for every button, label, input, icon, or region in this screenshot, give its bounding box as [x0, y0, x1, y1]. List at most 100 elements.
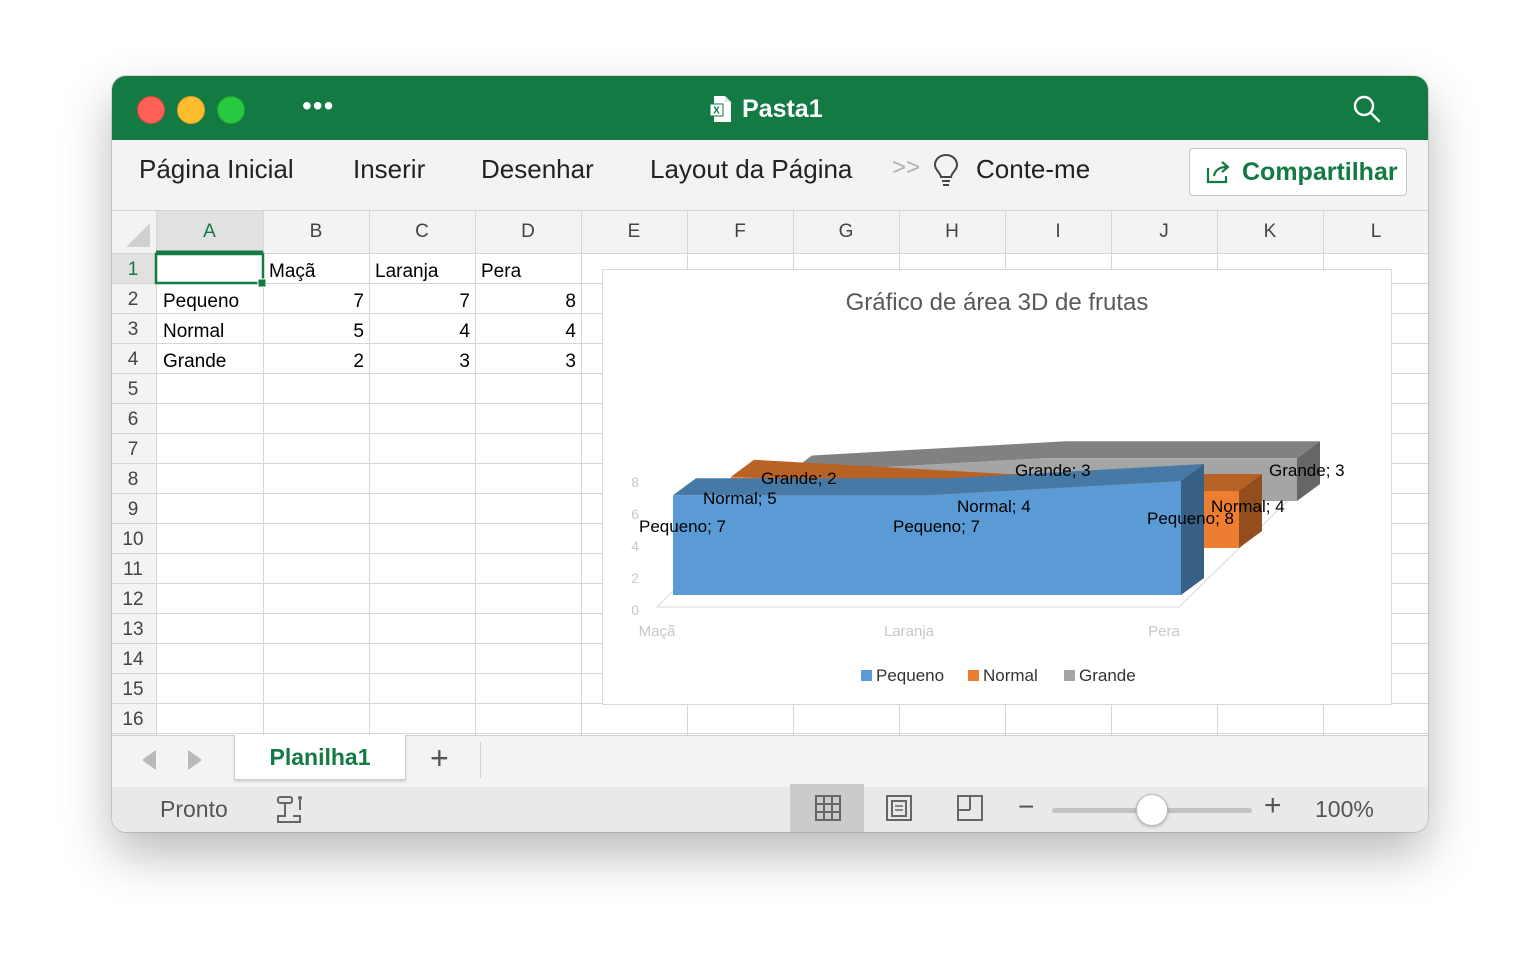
row-header[interactable]: 12	[112, 589, 154, 611]
page-layout-view-icon[interactable]	[885, 794, 913, 822]
y-tick-label: 2	[631, 570, 639, 586]
column-header-e[interactable]: E	[581, 211, 687, 253]
excel-document-icon: X	[710, 96, 731, 122]
add-sheet-button[interactable]: +	[430, 740, 449, 777]
previous-sheet-arrow-icon[interactable]	[142, 750, 156, 770]
row-header[interactable]: 13	[112, 619, 154, 641]
tab-divider	[480, 742, 481, 778]
tab-draw[interactable]: Desenhar	[481, 154, 594, 185]
row-header[interactable]: 3	[112, 319, 154, 341]
data-label: Grande; 3	[1015, 461, 1091, 480]
sheet-tab-bar: Planilha1 +	[112, 735, 1428, 789]
next-sheet-arrow-icon[interactable]	[188, 750, 202, 770]
cell-c1[interactable]: Laranja	[375, 261, 438, 283]
tab-home[interactable]: Página Inicial	[139, 154, 294, 185]
column-header-a[interactable]: A	[156, 211, 263, 253]
row-header[interactable]: 14	[112, 649, 154, 671]
cell-a4[interactable]: Grande	[163, 351, 226, 373]
y-tick-label: 4	[631, 538, 639, 554]
row-header[interactable]: 10	[112, 529, 154, 551]
column-header-g[interactable]: G	[793, 211, 899, 253]
column-header-j[interactable]: J	[1111, 211, 1217, 253]
excel-window: ••• X Pasta1 Página Inicial Inserir Dese…	[112, 76, 1428, 832]
cell-c2[interactable]: 7	[369, 291, 470, 313]
sheet-tab-planilha1[interactable]: Planilha1	[234, 735, 406, 780]
data-label: Normal; 4	[957, 497, 1031, 516]
zoom-slider-thumb[interactable]	[1136, 794, 1168, 826]
row-header[interactable]: 15	[112, 679, 154, 701]
zoom-in-button[interactable]: +	[1264, 789, 1282, 823]
cell-c4[interactable]: 3	[369, 351, 470, 373]
column-header-b[interactable]: B	[263, 211, 369, 253]
zoom-out-button[interactable]: −	[1018, 791, 1034, 823]
status-bar: Pronto − + 100%	[112, 784, 1428, 832]
x-tick-label: Laranja	[884, 623, 935, 640]
column-header-c[interactable]: C	[369, 211, 475, 253]
row-header[interactable]: 16	[112, 709, 154, 731]
cell-c3[interactable]: 4	[369, 321, 470, 343]
area-chart-3d: Gráfico de área 3D de frutas Pequeno; 7 Pe…	[631, 289, 1345, 685]
cell-b4[interactable]: 2	[263, 351, 364, 373]
window-title-text: Pasta1	[742, 94, 823, 123]
row-header[interactable]: 11	[112, 559, 154, 581]
legend-swatch-normal	[968, 670, 979, 681]
row-header[interactable]: 9	[112, 499, 154, 521]
cell-d2[interactable]: 8	[475, 291, 576, 313]
lightbulb-icon	[933, 153, 959, 186]
window-title: X Pasta1	[710, 92, 823, 126]
data-label: Grande; 3	[1269, 461, 1345, 480]
cell-d3[interactable]: 4	[475, 321, 576, 343]
page-break-view-icon[interactable]	[956, 794, 984, 822]
row-header[interactable]: 5	[112, 379, 154, 401]
cell-b2[interactable]: 7	[263, 291, 364, 313]
data-label: Pequeno; 7	[639, 517, 726, 536]
tab-page-layout[interactable]: Layout da Página	[650, 154, 852, 185]
share-icon	[1206, 161, 1230, 184]
more-tabs-chevron-icon[interactable]: >>	[892, 154, 920, 182]
more-options-icon[interactable]: •••	[302, 90, 334, 122]
column-header-i[interactable]: I	[1005, 211, 1111, 253]
y-tick-label: 8	[631, 474, 639, 490]
row-header[interactable]: 7	[112, 439, 154, 461]
cell-d4[interactable]: 3	[475, 351, 576, 373]
cell-b3[interactable]: 5	[263, 321, 364, 343]
normal-view-icon[interactable]	[814, 794, 842, 822]
column-header-d[interactable]: D	[475, 211, 581, 253]
svg-text:X: X	[713, 106, 720, 117]
cell-d1[interactable]: Pera	[481, 261, 521, 283]
macro-record-icon[interactable]	[274, 794, 306, 826]
tell-me-search[interactable]: Conte-me	[976, 154, 1090, 185]
data-label: Grande; 2	[761, 469, 837, 488]
row-header[interactable]: 8	[112, 469, 154, 491]
column-header-h[interactable]: H	[899, 211, 1005, 253]
search-icon[interactable]	[1352, 94, 1382, 124]
spreadsheet-grid[interactable]: A B C D E F G H I J K L 1 2 3 4 5 6 7 8 …	[112, 211, 1428, 735]
close-window-button[interactable]	[137, 96, 165, 124]
cell-a3[interactable]: Normal	[163, 321, 224, 343]
row-header[interactable]: 2	[112, 289, 154, 311]
cell-a2[interactable]: Pequeno	[163, 291, 239, 313]
y-tick-label: 6	[631, 506, 639, 522]
row-header[interactable]: 6	[112, 409, 154, 431]
tab-insert[interactable]: Inserir	[353, 154, 425, 185]
x-tick-label: Pera	[1148, 623, 1180, 640]
y-tick-label: 0	[631, 602, 639, 618]
cell-b1[interactable]: Maçã	[269, 261, 315, 283]
legend-swatch-pequeno	[861, 670, 872, 681]
chart-object[interactable]: Gráfico de área 3D de frutas Pequeno; 7 Pe…	[602, 269, 1392, 705]
share-button[interactable]: Compartilhar	[1189, 148, 1407, 196]
zoom-level[interactable]: 100%	[1315, 796, 1374, 823]
share-label: Compartilhar	[1242, 157, 1398, 186]
x-tick-label: Maçã	[639, 623, 676, 640]
column-header-l[interactable]: L	[1323, 211, 1428, 253]
zoom-window-button[interactable]	[217, 96, 245, 124]
legend-swatch-grande	[1064, 670, 1075, 681]
chart-title: Gráfico de área 3D de frutas	[846, 289, 1149, 316]
row-header[interactable]: 4	[112, 349, 154, 371]
minimize-window-button[interactable]	[177, 96, 205, 124]
column-header-k[interactable]: K	[1217, 211, 1323, 253]
column-header-f[interactable]: F	[687, 211, 793, 253]
row-header[interactable]: 1	[112, 259, 154, 281]
area-side-pequeno	[1181, 464, 1204, 595]
data-label: Normal; 4	[1211, 497, 1285, 516]
